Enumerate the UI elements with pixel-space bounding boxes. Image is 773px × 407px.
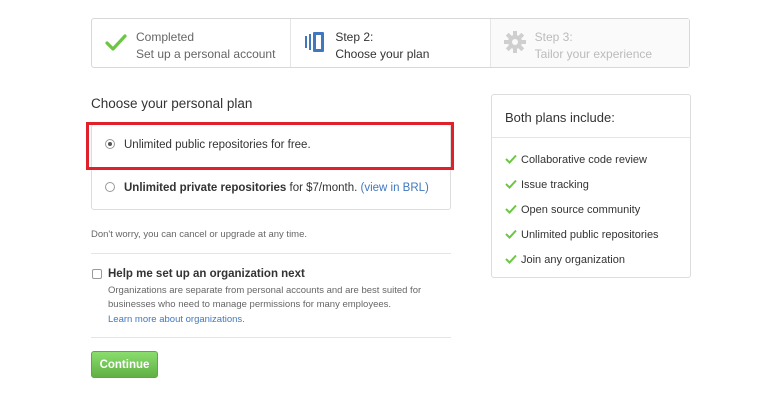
panel-title: Both plans include: — [492, 95, 690, 138]
feature-label: Join any organization — [521, 254, 625, 266]
plan-icon — [303, 30, 327, 54]
plan-title: Choose your personal plan — [91, 96, 253, 111]
plan-option-private[interactable]: Unlimited private repositories for $7/mo… — [92, 168, 450, 210]
check-icon — [505, 229, 517, 239]
step-title: Step 3: — [534, 30, 573, 44]
divider — [91, 253, 451, 254]
check-icon — [505, 204, 517, 214]
signup-steps: Completed Set up a personal account Step… — [91, 18, 690, 68]
feature-item: Join any organization — [505, 254, 625, 266]
step-subtitle: Choose your plan — [335, 47, 430, 61]
highlight-box — [86, 122, 454, 170]
plan-radio-private[interactable] — [105, 182, 115, 192]
step-tailor: Step 3: Tailor your experience — [489, 19, 689, 67]
view-in-brl-link[interactable]: (view in BRL) — [360, 182, 428, 194]
feature-label: Collaborative code review — [521, 154, 647, 166]
plan-label-private: Unlimited private repositories for $7/mo… — [124, 182, 429, 194]
check-icon — [104, 30, 128, 54]
check-icon — [505, 154, 517, 164]
continue-button[interactable]: Continue — [91, 351, 158, 378]
org-setup-checkbox[interactable] — [92, 269, 102, 279]
check-icon — [505, 179, 517, 189]
feature-item: Open source community — [505, 204, 640, 216]
plan-label-private-price: for $7/month. — [286, 182, 361, 194]
org-description-line2: businesses who need to manage permission… — [108, 299, 392, 310]
plan-label-private-bold: Unlimited private repositories — [124, 182, 287, 194]
feature-label: Issue tracking — [521, 179, 589, 191]
cancel-note: Don't worry, you can cancel or upgrade a… — [91, 229, 308, 240]
step-title: Step 2: — [335, 30, 374, 44]
feature-item: Issue tracking — [505, 179, 589, 191]
org-description-line1: Organizations are separate from personal… — [108, 285, 422, 296]
step-title: Completed — [136, 30, 195, 44]
plans-include-panel: Both plans include: Collaborative code r… — [491, 94, 691, 278]
org-setup-label[interactable]: Help me set up an organization next — [108, 268, 305, 280]
step-completed: Completed Set up a personal account — [92, 19, 290, 67]
gear-icon — [503, 30, 527, 54]
feature-label: Unlimited public repositories — [521, 229, 659, 241]
step-subtitle: Set up a personal account — [136, 47, 276, 61]
step-subtitle: Tailor your experience — [534, 47, 653, 61]
check-icon — [505, 254, 517, 264]
step-choose-plan: Step 2: Choose your plan — [290, 19, 490, 67]
learn-more-organizations-link[interactable]: Learn more about organizations. — [108, 314, 245, 325]
divider — [91, 337, 451, 338]
feature-item: Unlimited public repositories — [505, 229, 659, 241]
feature-item: Collaborative code review — [505, 154, 647, 166]
feature-label: Open source community — [521, 204, 641, 216]
